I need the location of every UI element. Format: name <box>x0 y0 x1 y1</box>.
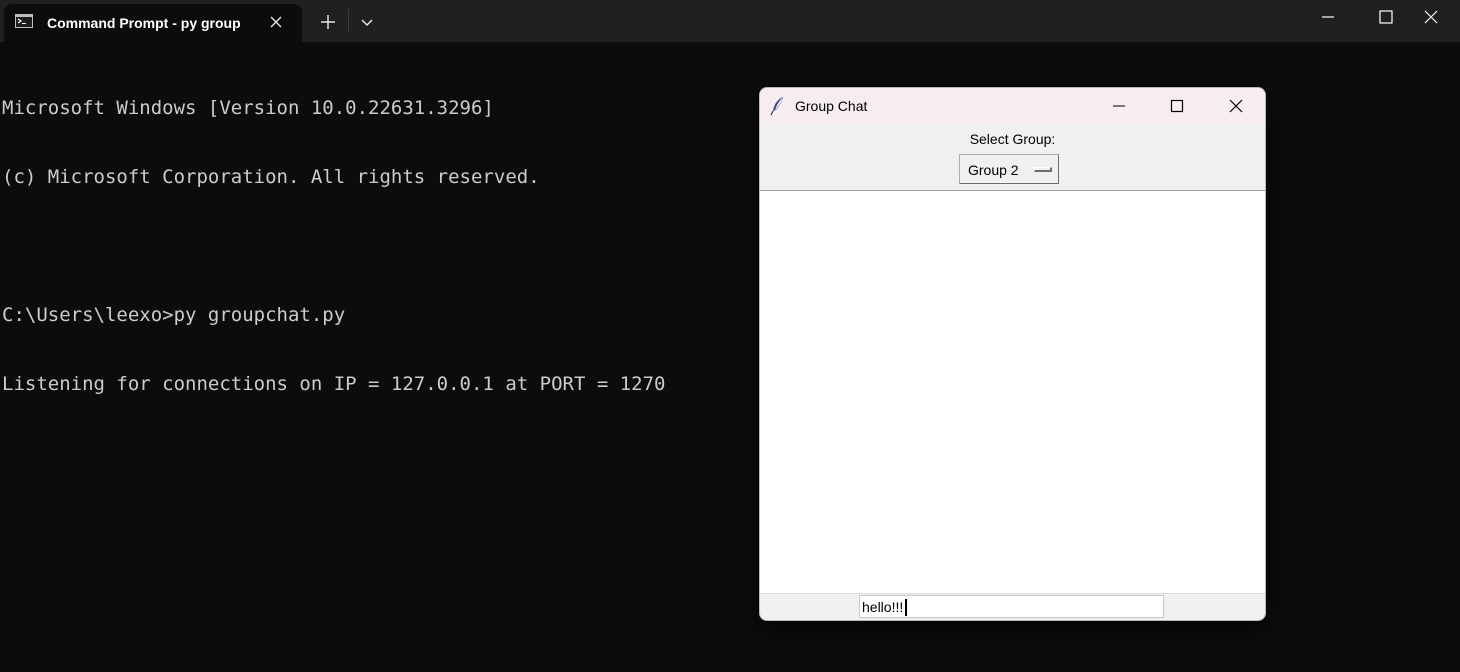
selected-group-value: Group 2 <box>968 162 1019 178</box>
group-select-menu[interactable]: Group 2 <box>959 154 1059 184</box>
close-window-button[interactable] <box>1402 0 1460 34</box>
maximize-icon <box>1379 10 1393 24</box>
select-group-label: Select Group: <box>969 131 1056 147</box>
chat-minimize-button[interactable] <box>1089 88 1147 124</box>
group-chat-window: Group Chat Select Group: Group 2 <box>759 87 1266 621</box>
chevron-down-icon[interactable] <box>355 10 379 34</box>
chat-window-title: Group Chat <box>795 98 868 114</box>
chat-close-button[interactable] <box>1206 88 1264 124</box>
option-menu-indicator-icon <box>1034 167 1052 172</box>
feather-icon <box>770 96 786 116</box>
console-line: Microsoft Windows [Version 10.0.22631.32… <box>2 97 494 119</box>
chat-maximize-button[interactable] <box>1147 88 1205 124</box>
tab-bar: Command Prompt - py group <box>0 0 1460 42</box>
tab-command-prompt[interactable]: Command Prompt - py group <box>4 4 302 42</box>
text-caret <box>905 599 907 616</box>
tab-title: Command Prompt - py group <box>47 15 241 31</box>
console-output[interactable]: Microsoft Windows [Version 10.0.22631.32… <box>2 51 665 442</box>
minimize-icon <box>1113 105 1125 107</box>
console-line: C:\Users\leexo>py groupchat.py <box>2 304 346 326</box>
chat-titlebar[interactable]: Group Chat <box>760 88 1265 124</box>
maximize-icon <box>1170 99 1184 113</box>
plus-icon[interactable] <box>316 10 340 34</box>
message-display-area[interactable] <box>760 190 1265 594</box>
close-icon <box>1424 10 1438 24</box>
console-line: (c) Microsoft Corporation. All rights re… <box>2 166 540 188</box>
tab-separator <box>348 9 349 33</box>
minimize-icon <box>1322 16 1334 18</box>
close-icon <box>1229 99 1243 113</box>
terminal-icon <box>15 14 33 28</box>
console-line: Listening for connections on IP = 127.0.… <box>2 373 666 395</box>
minimize-button[interactable] <box>1299 0 1357 34</box>
close-icon[interactable] <box>266 12 286 32</box>
